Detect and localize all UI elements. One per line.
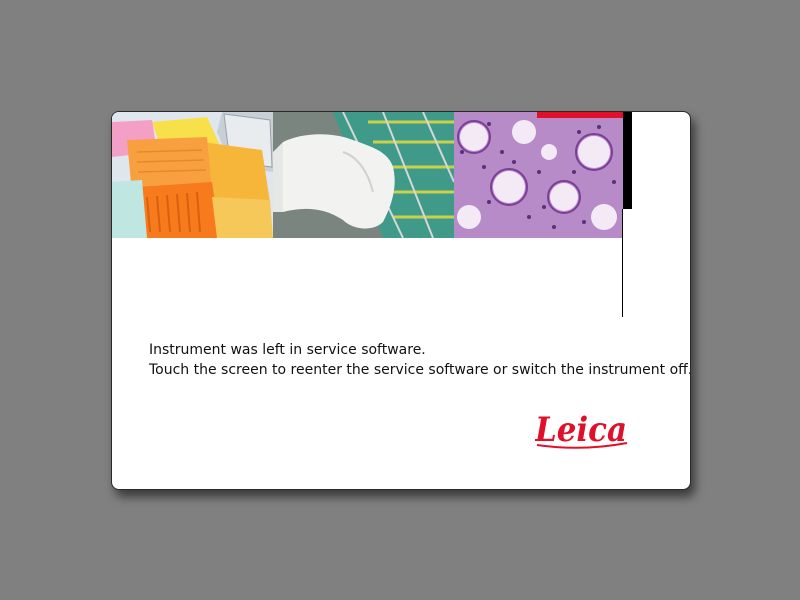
- header-banner: [112, 112, 623, 238]
- service-software-dialog[interactable]: Instrument was left in service software.…: [111, 111, 691, 490]
- histology-tissue-photo: [454, 112, 623, 238]
- decorative-divider: [622, 209, 623, 317]
- tissue-cassettes-photo: [112, 112, 273, 238]
- svg-text:Leica: Leica: [535, 410, 627, 450]
- status-message: Instrument was left in service software.…: [149, 340, 691, 380]
- leica-logo: Leica: [535, 410, 628, 450]
- message-line-1: Instrument was left in service software.: [149, 342, 426, 358]
- decorative-black-bar: [623, 112, 632, 209]
- message-line-2: Touch the screen to reenter the service …: [149, 362, 691, 378]
- brand-accent-bar: [537, 112, 623, 118]
- gloved-hand-rack-photo: [273, 112, 454, 238]
